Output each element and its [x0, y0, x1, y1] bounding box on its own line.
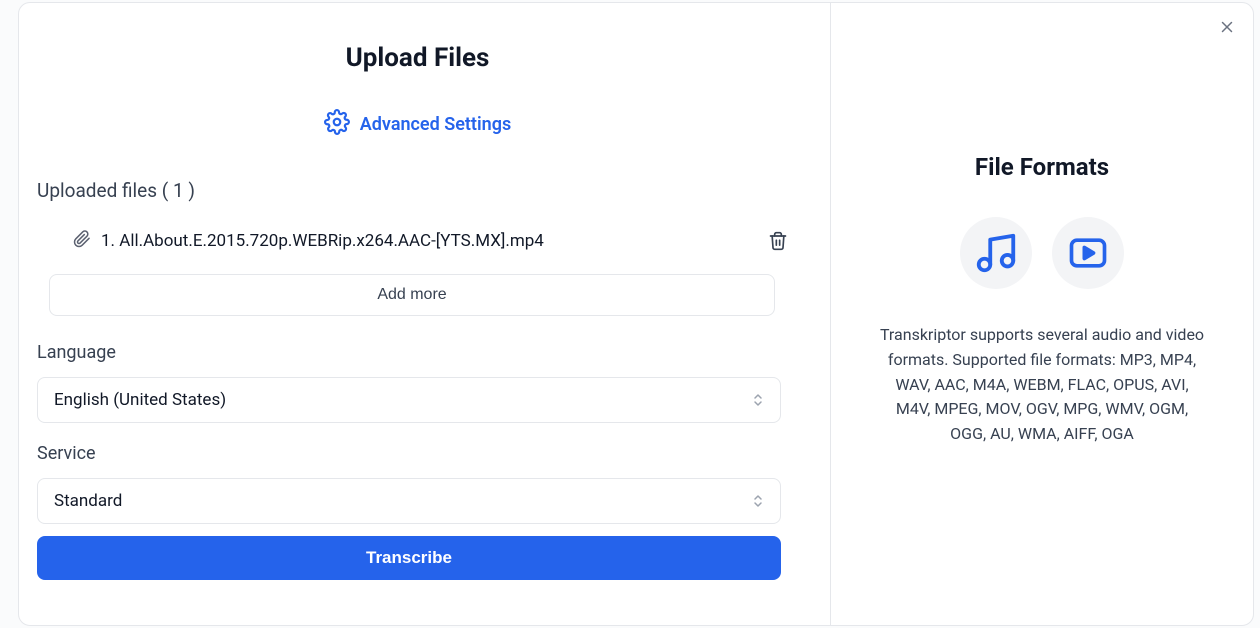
service-label: Service [37, 443, 798, 464]
transcribe-label: Transcribe [366, 548, 452, 568]
language-value: English (United States) [54, 390, 226, 410]
delete-file-button[interactable] [768, 231, 788, 251]
file-formats-panel: File Formats Transkriptor supports sever… [831, 3, 1253, 625]
file-name: 1. All.About.E.2015.720p.WEBRip.x264.AAC… [101, 231, 758, 251]
chevron-updown-icon [752, 494, 764, 508]
service-select[interactable]: Standard [37, 478, 781, 524]
service-value: Standard [54, 491, 122, 511]
add-more-button[interactable]: Add more [49, 274, 775, 316]
file-formats-description: Transkriptor supports several audio and … [855, 323, 1229, 447]
chevron-updown-icon [752, 393, 764, 407]
close-icon [1218, 18, 1236, 36]
add-more-label: Add more [377, 286, 446, 304]
attachment-icon [73, 230, 91, 252]
upload-modal: Upload Files Advanced Settings Uploaded … [18, 2, 1254, 626]
uploaded-files-label: Uploaded files ( 1 ) [37, 179, 798, 202]
video-icon [1066, 231, 1110, 275]
trash-icon [768, 231, 788, 251]
language-select[interactable]: English (United States) [37, 377, 781, 423]
audio-format-icon-wrap [960, 217, 1032, 289]
language-label: Language [37, 342, 798, 363]
advanced-settings-label: Advanced Settings [360, 114, 511, 135]
gear-icon [324, 109, 350, 139]
advanced-settings-link[interactable]: Advanced Settings [37, 109, 798, 139]
video-format-icon-wrap [1052, 217, 1124, 289]
transcribe-button[interactable]: Transcribe [37, 536, 781, 580]
format-icons [855, 217, 1229, 289]
file-row: 1. All.About.E.2015.720p.WEBRip.x264.AAC… [37, 230, 798, 252]
page-title: Upload Files [37, 43, 798, 73]
upload-panel: Upload Files Advanced Settings Uploaded … [19, 3, 831, 625]
close-button[interactable] [1217, 17, 1237, 37]
file-formats-title: File Formats [855, 153, 1229, 181]
music-icon [973, 230, 1019, 276]
